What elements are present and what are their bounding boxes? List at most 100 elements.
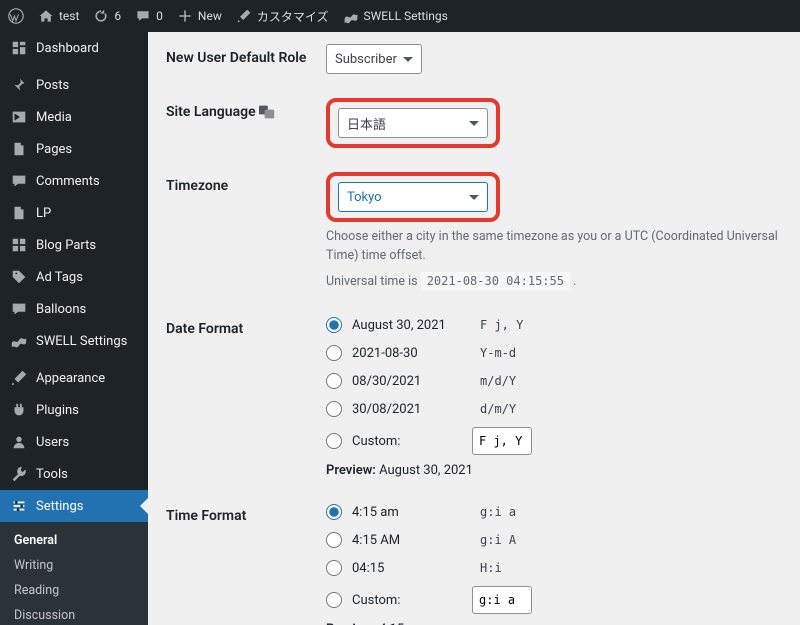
sidebar-item-label: LP <box>36 206 51 221</box>
sidebar-item-swell-settings[interactable]: SWELL Settings <box>0 325 148 357</box>
site-language-label: Site Language <box>166 86 326 160</box>
sidebar-item-plugins[interactable]: Plugins <box>0 394 148 426</box>
timezone-label: Timezone <box>166 160 326 303</box>
site-language-value: 日本語 <box>347 114 386 133</box>
new-user-role-label: New User Default Role <box>166 32 326 86</box>
sidebar-item-label: Blog Parts <box>36 238 96 253</box>
site-name[interactable]: test <box>38 8 79 24</box>
format-code: g:i A <box>472 530 524 550</box>
site-language-label-text: Site Language <box>166 104 256 120</box>
customize[interactable]: カスタマイズ <box>236 8 329 25</box>
sidebar-item-settings[interactable]: Settings <box>0 490 148 522</box>
site-language-select[interactable]: 日本語 <box>338 108 488 138</box>
sidebar-item-tools[interactable]: Tools <box>0 458 148 490</box>
format-display: 2021-08-30 <box>352 346 462 361</box>
media-icon <box>10 108 28 126</box>
format-display: 08/30/2021 <box>352 374 462 389</box>
settings-general-content: New User Default Role Subscriber Site La… <box>148 32 800 625</box>
sidebar-item-media[interactable]: Media <box>0 101 148 133</box>
timezone-value: Tokyo <box>347 190 382 205</box>
sidebar-item-label: Media <box>36 110 72 125</box>
swell-settings-bar[interactable]: SWELL Settings <box>343 8 448 24</box>
plugin-icon <box>10 401 28 419</box>
brush-icon <box>236 8 252 24</box>
swell-icon <box>343 8 359 24</box>
format-custom-row: Custom: <box>326 427 782 455</box>
timezone-desc: Choose either a city in the same timezon… <box>326 228 782 266</box>
sidebar-item-blog-parts[interactable]: Blog Parts <box>0 229 148 261</box>
wordpress-icon <box>8 8 24 24</box>
customize-label: カスタマイズ <box>257 8 329 25</box>
site-language-highlight: 日本語 <box>326 98 500 148</box>
format-preview: Preview: August 30, 2021 <box>326 463 782 478</box>
date-format-label: Date Format <box>166 303 326 490</box>
time-format-options: 4:15 amg:i a4:15 AMg:i A04:15H:iCustom:P… <box>326 490 782 625</box>
sidebar-item-label: Comments <box>36 174 100 189</box>
comments[interactable]: 0 <box>135 8 163 24</box>
format-option: 30/08/2021d/m/Y <box>326 399 782 419</box>
submenu-item-general[interactable]: General <box>0 528 148 553</box>
admin-bar: test 6 0 New カスタマイズ SWELL Settings <box>0 0 800 32</box>
universal-time-label: Universal time is <box>326 274 418 289</box>
user-icon <box>10 433 28 451</box>
sidebar-item-label: Plugins <box>36 403 79 418</box>
timezone-select[interactable]: Tokyo <box>338 182 488 212</box>
pin-icon <box>10 76 28 94</box>
sidebar-item-comments[interactable]: Comments <box>0 165 148 197</box>
sidebar-item-lp[interactable]: LP <box>0 197 148 229</box>
sidebar-item-posts[interactable]: Posts <box>0 69 148 101</box>
format-radio[interactable] <box>326 560 342 576</box>
format-custom-input[interactable] <box>472 427 532 455</box>
format-custom-input[interactable] <box>472 586 532 614</box>
format-option: August 30, 2021F j, Y <box>326 315 782 335</box>
new-content[interactable]: New <box>177 8 222 24</box>
format-radio[interactable] <box>326 317 342 333</box>
wp-logo[interactable] <box>8 8 24 24</box>
format-display: 30/08/2021 <box>352 402 462 417</box>
sidebar-item-label: SWELL Settings <box>36 334 127 349</box>
format-option: 04:15H:i <box>326 558 782 578</box>
submenu-item-reading[interactable]: Reading <box>0 578 148 603</box>
format-radio[interactable] <box>326 345 342 361</box>
page-icon <box>10 204 28 222</box>
updates[interactable]: 6 <box>93 8 121 24</box>
format-custom-label: Custom: <box>352 434 462 449</box>
date-format-options: August 30, 2021F j, Y 2021-08-30Y-m-d 08/3… <box>326 303 782 490</box>
format-code: g:i a <box>472 502 524 522</box>
sidebar-item-balloons[interactable]: Balloons <box>0 293 148 325</box>
format-code: m/d/Y <box>472 371 524 391</box>
universal-time-value: 2021-08-30 04:15:55 <box>421 272 570 290</box>
format-custom-radio[interactable] <box>326 433 342 449</box>
format-custom-row: Custom: <box>326 586 782 614</box>
sidebar-item-dashboard[interactable]: Dashboard <box>0 32 148 64</box>
format-radio[interactable] <box>326 532 342 548</box>
settings-form-table: New User Default Role Subscriber Site La… <box>166 32 782 625</box>
sidebar-item-label: Posts <box>36 78 69 93</box>
sidebar-item-appearance[interactable]: Appearance <box>0 362 148 394</box>
format-radio[interactable] <box>326 373 342 389</box>
sidebar-item-label: Users <box>36 435 69 450</box>
site-name-text: test <box>59 9 79 23</box>
sidebar-item-pages[interactable]: Pages <box>0 133 148 165</box>
new-user-role-select[interactable]: Subscriber <box>326 44 422 74</box>
sidebar-item-users[interactable]: Users <box>0 426 148 458</box>
tool-icon <box>10 465 28 483</box>
submenu-item-discussion[interactable]: Discussion <box>0 603 148 625</box>
admin-sidebar: Dashboard Posts Media Pages Comments LP Blog P… <box>0 32 148 625</box>
format-option: 08/30/2021 m/d/Y <box>326 371 782 391</box>
comments-count: 0 <box>156 9 163 23</box>
sidebar-item-ad-tags[interactable]: Ad Tags <box>0 261 148 293</box>
submenu-item-writing[interactable]: Writing <box>0 553 148 578</box>
format-radio[interactable] <box>326 504 342 520</box>
comment-icon <box>10 172 28 190</box>
format-custom-radio[interactable] <box>326 592 342 608</box>
sidebar-item-label: Pages <box>36 142 72 157</box>
format-custom-label: Custom: <box>352 593 462 608</box>
format-radio[interactable] <box>326 401 342 417</box>
brush-icon <box>10 369 28 387</box>
update-icon <box>93 8 109 24</box>
format-option: 2021-08-30Y-m-d <box>326 343 782 363</box>
comment-icon <box>135 8 151 24</box>
settings-submenu: GeneralWritingReadingDiscussionMediaPerm… <box>0 522 148 625</box>
dashboard-icon <box>10 39 28 57</box>
